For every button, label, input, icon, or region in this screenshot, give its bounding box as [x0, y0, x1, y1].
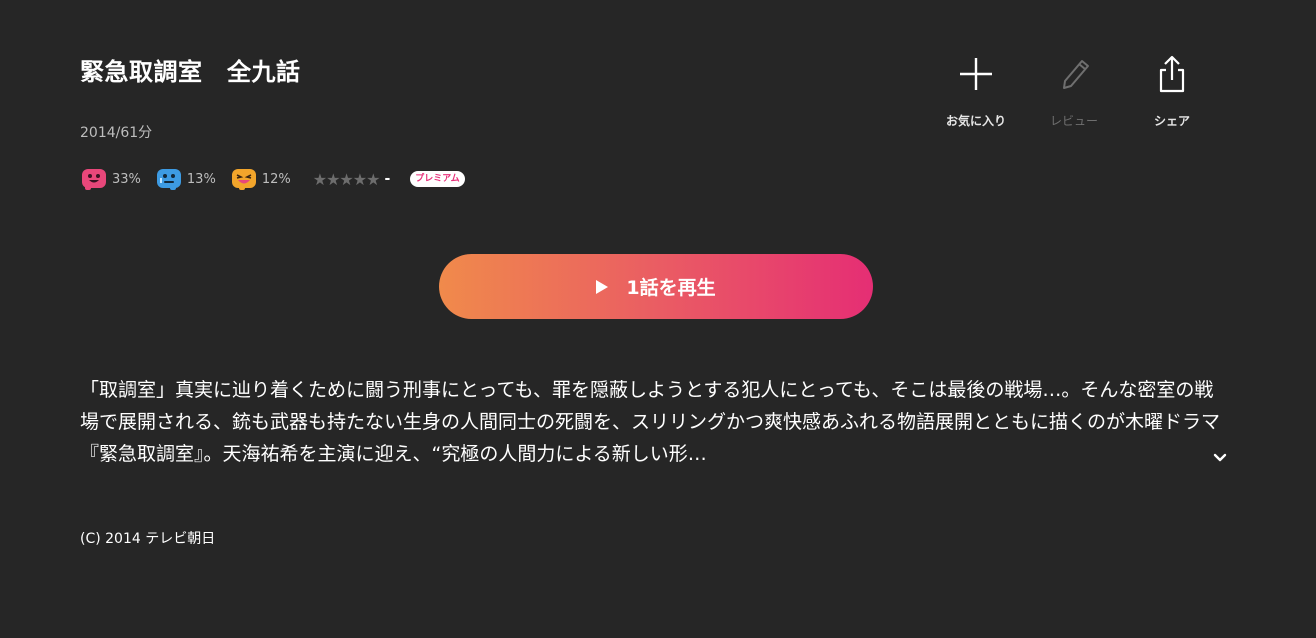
share-label: シェア: [1153, 114, 1190, 128]
star-rating: ★ ★ ★ ★ ★: [312, 169, 381, 189]
play-episode-button[interactable]: 1話を再生: [439, 254, 873, 319]
description: 「取調室」真実に辿り着くために闘う刑事にとっても、罪を隠蔽しようとする犯人にとっ…: [80, 374, 1220, 470]
happy-face-icon: [82, 169, 106, 190]
review-label: レビュー: [1049, 114, 1098, 128]
page-title: 緊急取調室 全九話: [80, 58, 301, 86]
pencil-icon: [1063, 60, 1089, 89]
excited-face-icon: [231, 169, 256, 190]
emotion-excited: 12%: [230, 167, 291, 191]
star-icon: ★: [312, 169, 327, 189]
copyright-text: (C) 2014 テレビ朝日: [80, 531, 216, 547]
title-detail-page: 緊急取調室 全九話 2014/61分 33% 13% 12% ★ ★ ★ ★ ★…: [0, 0, 1316, 638]
review-button[interactable]: レビュー: [1026, 52, 1122, 129]
star-icon: ★: [366, 169, 380, 189]
sad-face-icon: [156, 169, 181, 190]
action-bar: お気に入り レビュー シェア: [928, 52, 1222, 129]
favorite-label: お気に入り: [945, 114, 1006, 128]
rating-value: -: [384, 171, 391, 187]
emotion-happy: 33%: [80, 167, 141, 191]
chevron-down-icon[interactable]: [1210, 448, 1230, 468]
title-meta: 2014/61分: [80, 125, 153, 141]
plus-icon: [960, 58, 992, 90]
favorite-button[interactable]: お気に入り: [928, 52, 1024, 129]
play-icon: [596, 279, 609, 294]
emotion-excited-percent: 12%: [261, 171, 291, 187]
star-icon: ★: [352, 169, 367, 189]
share-icon: [1159, 55, 1185, 93]
description-text: 「取調室」真実に辿り着くために闘う刑事にとっても、罪を隠蔽しようとする犯人にとっ…: [80, 379, 1220, 465]
premium-badge: プレミアム: [410, 171, 465, 187]
stats-row: 33% 13% 12% ★ ★ ★ ★ ★ - プレミアム: [80, 166, 465, 192]
star-icon: ★: [326, 169, 340, 189]
star-icon: ★: [339, 169, 353, 189]
emotion-sad-percent: 13%: [186, 171, 216, 187]
emotion-happy-percent: 33%: [112, 171, 141, 187]
emotion-sad: 13%: [155, 167, 216, 191]
share-button[interactable]: シェア: [1124, 52, 1220, 129]
play-button-label: 1話を再生: [626, 277, 716, 299]
